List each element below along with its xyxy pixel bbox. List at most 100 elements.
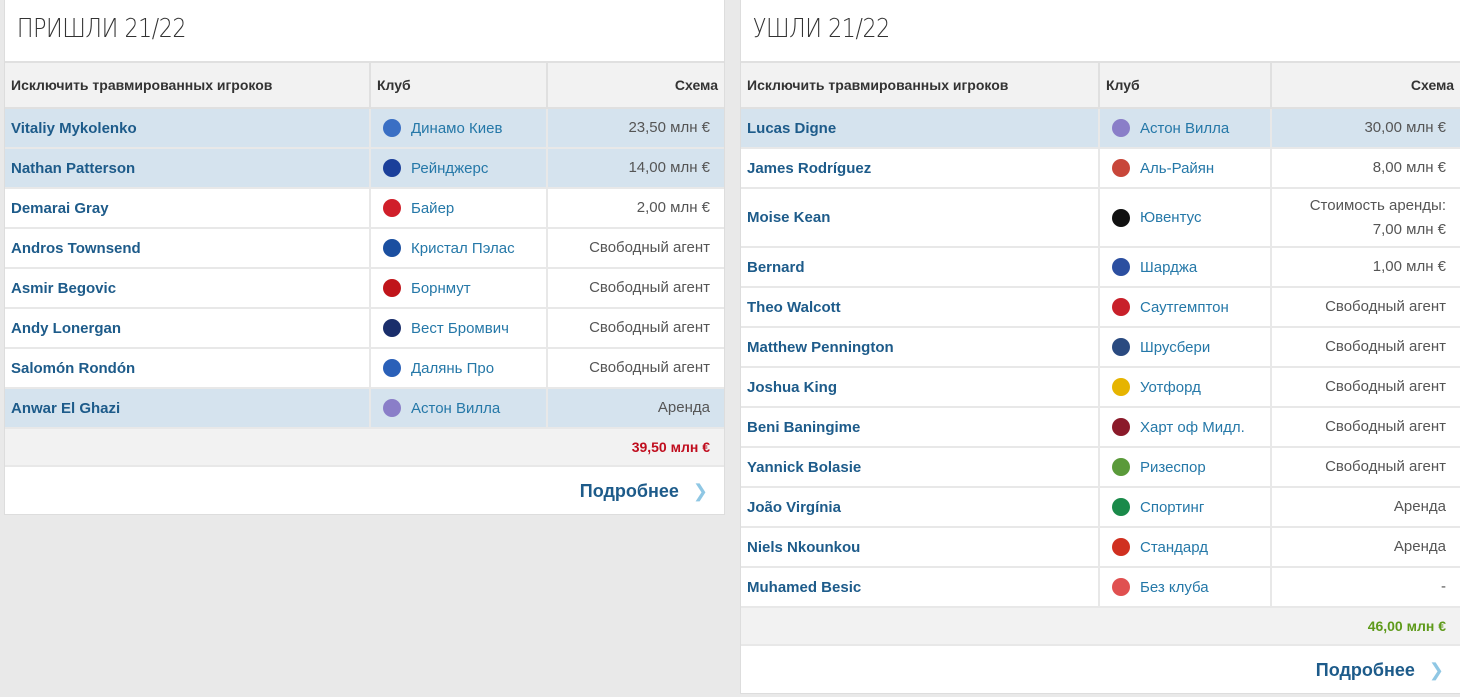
fee-value: Свободный агент xyxy=(589,239,710,257)
club-link[interactable]: Далянь Про xyxy=(411,360,494,377)
table-row: Nathan Patterson Рейнджерс 14,00 млн € xyxy=(5,148,724,189)
club-link[interactable]: Ювентус xyxy=(1140,209,1201,226)
table-row: Salomón Rondón Далянь Про Свободный аген… xyxy=(5,348,724,389)
table-row: Andros Townsend Кристал Пэлас Свободный … xyxy=(5,228,724,269)
header-fee[interactable]: Схема xyxy=(1270,61,1460,109)
club-crest-icon[interactable] xyxy=(383,119,401,137)
club-crest-icon[interactable] xyxy=(1112,159,1130,177)
club-link[interactable]: Астон Вилла xyxy=(411,400,500,417)
chevron-right-icon: ❯ xyxy=(1428,660,1444,680)
player-link[interactable]: James Rodríguez xyxy=(747,160,871,177)
club-crest-icon[interactable] xyxy=(383,279,401,297)
table-row: Vitaliy Mykolenko Динамо Киев 23,50 млн … xyxy=(5,108,724,149)
table-row: James Rodríguez Аль-Райян 8,00 млн € xyxy=(741,148,1460,189)
header-club[interactable]: Клуб xyxy=(1098,61,1271,109)
fee-value: Свободный агент xyxy=(1325,378,1446,396)
table-row: Joshua King Уотфорд Свободный агент xyxy=(741,367,1460,408)
club-link[interactable]: Рейнджерс xyxy=(411,160,488,177)
club-crest-icon[interactable] xyxy=(1112,418,1130,436)
fee-value: 23,50 млн € xyxy=(628,119,710,137)
club-link[interactable]: Ризеспор xyxy=(1140,459,1206,476)
table-row: Anwar El Ghazi Астон Вилла Аренда xyxy=(5,388,724,429)
club-crest-icon[interactable] xyxy=(383,319,401,337)
fee-value: 30,00 млн € xyxy=(1364,119,1446,137)
club-link[interactable]: Борнмут xyxy=(411,280,471,297)
player-link[interactable]: Moise Kean xyxy=(747,209,830,226)
club-link[interactable]: Шрусбери xyxy=(1140,339,1210,356)
club-link[interactable]: Шарджа xyxy=(1140,259,1197,276)
player-link[interactable]: Anwar El Ghazi xyxy=(11,400,120,417)
more-link[interactable]: Подробнее ❯ xyxy=(741,646,1460,695)
fee-value: 2,00 млн € xyxy=(636,199,710,217)
club-crest-icon[interactable] xyxy=(1112,298,1130,316)
club-crest-icon[interactable] xyxy=(1112,458,1130,476)
fee-value: - xyxy=(1441,578,1446,596)
fee-value: Свободный агент xyxy=(589,359,710,377)
fee-value: Свободный агент xyxy=(1325,458,1446,476)
player-link[interactable]: Lucas Digne xyxy=(747,120,836,137)
header-player[interactable]: Исключить травмированных игроков xyxy=(741,61,1099,109)
table-row: Beni Baningime Харт оф Мидл. Свободный а… xyxy=(741,407,1460,448)
club-link[interactable]: Без клуба xyxy=(1140,579,1209,596)
club-crest-icon[interactable] xyxy=(1112,498,1130,516)
player-link[interactable]: Muhamed Besic xyxy=(747,579,861,596)
header-fee[interactable]: Схема xyxy=(546,61,724,109)
player-link[interactable]: Andros Townsend xyxy=(11,240,141,257)
club-crest-icon[interactable] xyxy=(383,359,401,377)
club-crest-icon[interactable] xyxy=(1112,578,1130,596)
player-link[interactable]: Nathan Patterson xyxy=(11,160,135,177)
club-crest-icon[interactable] xyxy=(1112,378,1130,396)
table-row: João Virgínia Спортинг Аренда xyxy=(741,487,1460,528)
fee-value: 1,00 млн € xyxy=(1372,258,1446,276)
player-link[interactable]: Bernard xyxy=(747,259,805,276)
player-link[interactable]: Theo Walcott xyxy=(747,299,841,316)
club-link[interactable]: Динамо Киев xyxy=(411,120,502,137)
club-link[interactable]: Астон Вилла xyxy=(1140,120,1229,137)
fee-value: Свободный агент xyxy=(589,319,710,337)
club-link[interactable]: Байер xyxy=(411,200,454,217)
club-crest-icon[interactable] xyxy=(1112,208,1130,227)
club-crest-icon[interactable] xyxy=(383,159,401,177)
player-link[interactable]: Niels Nkounkou xyxy=(747,539,860,556)
player-link[interactable]: Asmir Begovic xyxy=(11,280,116,297)
club-link[interactable]: Харт оф Мидл. xyxy=(1140,419,1245,436)
player-link[interactable]: João Virgínia xyxy=(747,499,841,516)
more-label: Подробнее xyxy=(1315,660,1415,680)
more-link[interactable]: Подробнее ❯ xyxy=(5,467,724,516)
total-fee: 39,50 млн € xyxy=(5,428,724,467)
table-row: Moise Kean Ювентус Стоимость аренды: 7,00… xyxy=(741,188,1460,248)
header-club[interactable]: Клуб xyxy=(369,61,547,109)
header-player[interactable]: Исключить травмированных игроков xyxy=(5,61,370,109)
player-link[interactable]: Matthew Pennington xyxy=(747,339,894,356)
player-link[interactable]: Salomón Rondón xyxy=(11,360,135,377)
club-crest-icon[interactable] xyxy=(383,399,401,417)
table-row: Andy Lonergan Вест Бромвич Свободный аге… xyxy=(5,308,724,349)
club-crest-icon[interactable] xyxy=(1112,119,1130,137)
club-link[interactable]: Вест Бромвич xyxy=(411,320,509,337)
chevron-right-icon: ❯ xyxy=(692,481,708,501)
club-link[interactable]: Саутгемптон xyxy=(1140,299,1229,316)
club-link[interactable]: Аль-Райян xyxy=(1140,160,1214,177)
fee-value: 14,00 млн € xyxy=(628,159,710,177)
club-link[interactable]: Кристал Пэлас xyxy=(411,240,515,257)
club-link[interactable]: Спортинг xyxy=(1140,499,1204,516)
player-link[interactable]: Vitaliy Mykolenko xyxy=(11,120,137,137)
player-link[interactable]: Andy Lonergan xyxy=(11,320,121,337)
club-crest-icon[interactable] xyxy=(383,199,401,217)
club-link[interactable]: Уотфорд xyxy=(1140,379,1201,396)
player-link[interactable]: Beni Baningime xyxy=(747,419,860,436)
fee-value: 8,00 млн € xyxy=(1372,159,1446,177)
player-link[interactable]: Joshua King xyxy=(747,379,837,396)
player-link[interactable]: Yannick Bolasie xyxy=(747,459,861,476)
fee-value: Свободный агент xyxy=(1325,298,1446,316)
club-crest-icon[interactable] xyxy=(383,239,401,257)
table-row: Lucas Digne Астон Вилла 30,00 млн € xyxy=(741,108,1460,149)
player-link[interactable]: Demarai Gray xyxy=(11,200,109,217)
total-row: 46,00 млн € xyxy=(741,607,1460,646)
club-link[interactable]: Стандард xyxy=(1140,539,1208,556)
club-crest-icon[interactable] xyxy=(1112,258,1130,276)
club-crest-icon[interactable] xyxy=(1112,538,1130,556)
club-crest-icon[interactable] xyxy=(1112,338,1130,356)
fee-value: Свободный агент xyxy=(1325,418,1446,436)
fee-value: Аренда xyxy=(657,399,710,417)
